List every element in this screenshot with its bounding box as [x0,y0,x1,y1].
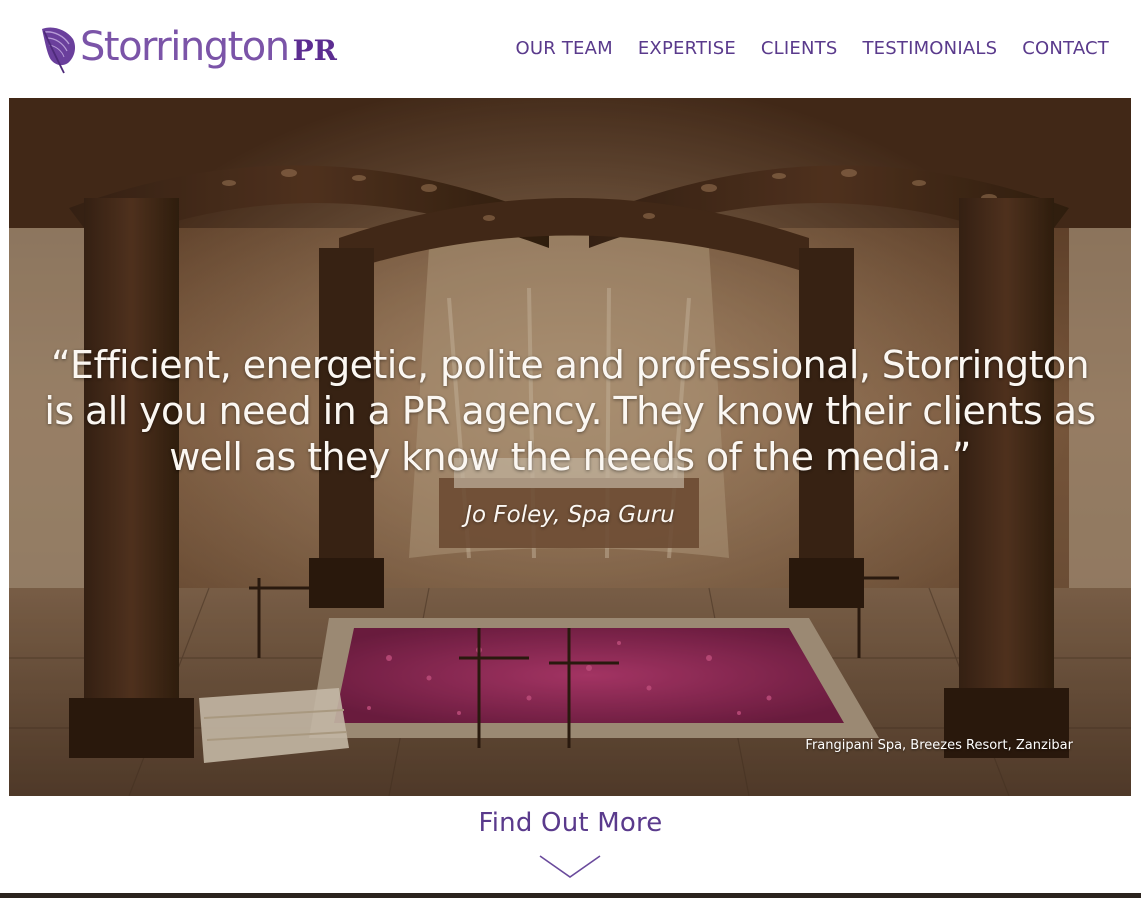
nav-item-our-team[interactable]: OUR TEAM [515,38,612,59]
logo-suffix: PR [292,34,337,67]
quote-line: is all you need in a PR agency. They kno… [44,389,1096,433]
chevron-down-icon[interactable] [539,855,601,879]
quote-line: well as they know the needs of the media… [169,435,971,479]
find-out-more: Find Out More [0,808,1141,838]
nav-item-contact[interactable]: CONTACT [1022,38,1109,59]
next-section-edge [0,893,1141,898]
nav-item-testimonials[interactable]: TESTIMONIALS [862,38,997,59]
hero-banner: “Efficient, energetic, polite and profes… [9,98,1131,796]
site-logo[interactable]: Storrington PR [36,22,337,76]
quote-line: “Efficient, energetic, polite and profes… [50,343,1090,387]
testimonial-quote: “Efficient, energetic, polite and profes… [29,342,1111,480]
logo-wordmark: Storrington [80,24,290,70]
image-caption: Frangipani Spa, Breezes Resort, Zanzibar [805,738,1073,753]
site-header: Storrington PR OUR TEAM EXPERTISE CLIENT… [0,0,1141,98]
find-out-more-link[interactable]: Find Out More [479,808,663,838]
nav-item-clients[interactable]: CLIENTS [761,38,838,59]
nav-item-expertise[interactable]: EXPERTISE [638,38,736,59]
feather-icon [42,27,76,74]
testimonial-attribution: Jo Foley, Spa Guru [465,502,675,528]
main-nav: OUR TEAM EXPERTISE CLIENTS TESTIMONIALS … [490,38,1109,59]
